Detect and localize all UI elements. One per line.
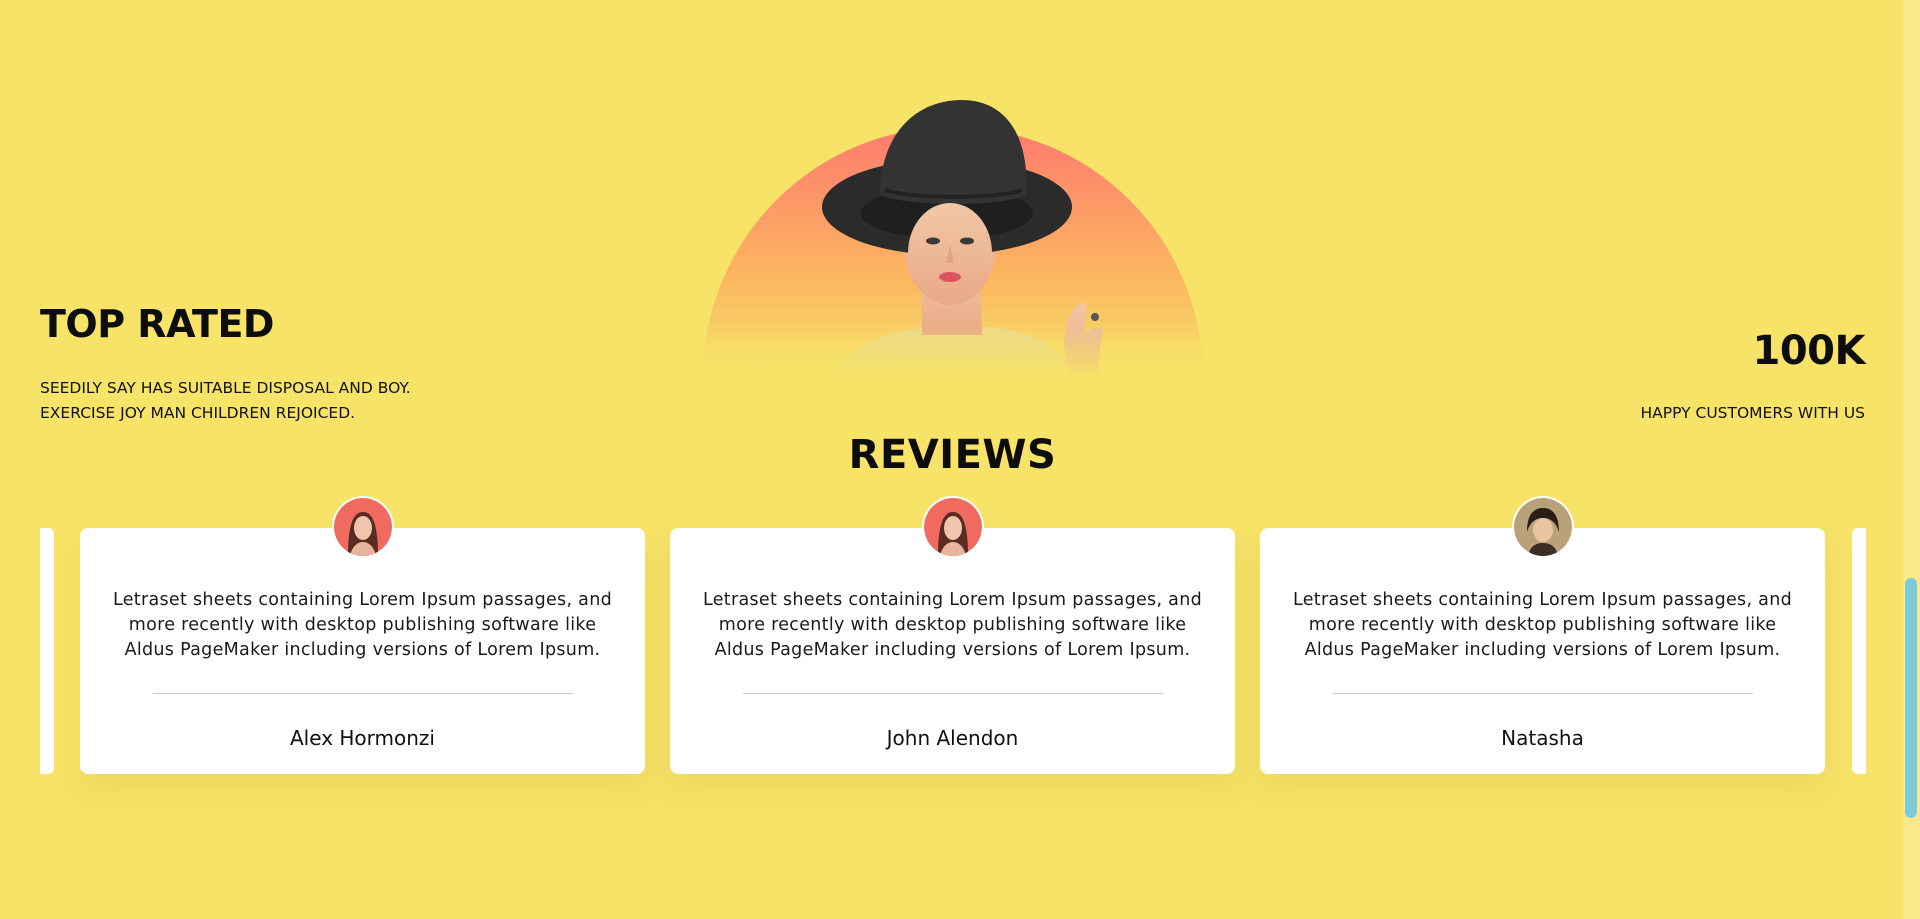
review-card: Letraset sheets containing Lorem Ipsum p… [80,498,645,774]
review-divider [153,693,573,694]
scrollbar-thumb[interactable] [1905,578,1917,818]
review-card: Letraset sheets containing Lorem Ipsum p… [1260,498,1825,774]
review-card-partial-right[interactable] [1852,528,1866,774]
top-rated-description: SEEDILY SAY HAS SUITABLE DISPOSAL AND BO… [40,379,411,422]
reviewer-avatar [923,498,982,556]
review-text: Letraset sheets containing Lorem Ipsum p… [1292,590,1793,660]
top-rated-section: TOP RATED SEEDILY SAY HAS SUITABLE DISPO… [40,302,480,426]
review-card-partial-left[interactable] [40,528,54,774]
review-card: Letraset sheets containing Lorem Ipsum p… [670,498,1235,774]
hero-illustration [700,100,1206,377]
customer-stats: 100K HAPPY CUSTOMERS WITH US [1640,328,1865,422]
reviewer-avatar [1513,498,1572,556]
customer-count: 100K [1752,328,1866,374]
page-scrollbar[interactable] [1903,0,1920,919]
customer-count-caption: HAPPY CUSTOMERS WITH US [1640,404,1865,422]
page: TOP RATED SEEDILY SAY HAS SUITABLE DISPO… [0,0,1920,919]
reviews-heading: REVIEWS [848,432,1057,478]
review-text: Letraset sheets containing Lorem Ipsum p… [112,590,613,660]
top-rated-heading: TOP RATED [40,302,274,346]
review-text: Letraset sheets containing Lorem Ipsum p… [702,590,1203,660]
reviewer-name: John Alendon [886,726,1019,750]
reviewer-name: Natasha [1501,726,1584,750]
reviewer-avatar [333,498,392,556]
review-divider [1333,693,1753,694]
reviewer-name: Alex Hormonzi [290,726,435,750]
hero-model-image [700,95,1206,377]
review-divider [743,693,1163,694]
